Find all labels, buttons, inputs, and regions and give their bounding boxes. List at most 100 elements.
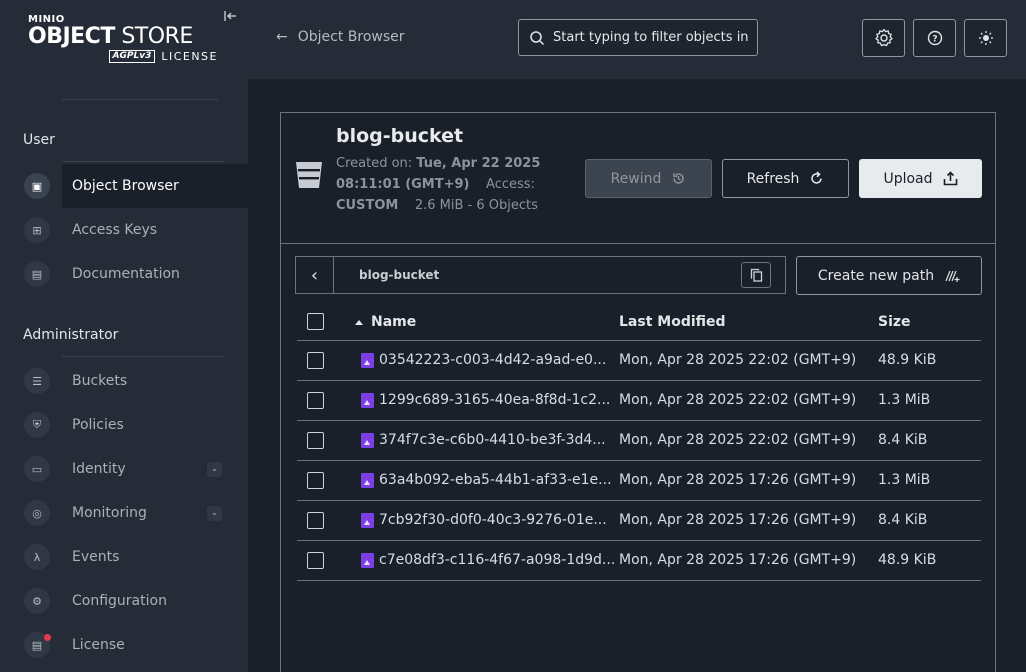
identity-icon: ▭ <box>24 456 50 482</box>
product-name-light: STORE <box>121 24 193 49</box>
sidebar-item-label: Buckets <box>72 373 128 389</box>
breadcrumb-path[interactable]: blog-bucket <box>359 268 741 282</box>
row-checkbox[interactable] <box>307 512 324 529</box>
object-name: 03542223-c003-4d42-a9ad-e0... <box>379 352 607 368</box>
image-file-icon <box>361 352 374 368</box>
column-header-name[interactable]: Name <box>355 314 417 330</box>
object-name: c7e08df3-c116-4f67-a098-1d9d... <box>379 552 616 568</box>
section-title-administrator: Administrator <box>23 327 119 343</box>
table-row[interactable]: 7cb92f30-d0f0-40c3-9276-01e... Mon, Apr … <box>297 501 981 541</box>
upload-button[interactable]: Upload <box>859 159 982 198</box>
create-new-path-button[interactable]: Create new path <box>796 256 982 295</box>
object-modified: Mon, Apr 28 2025 17:26 (GMT+9) <box>619 512 857 528</box>
column-header-last-modified[interactable]: Last Modified <box>619 314 726 330</box>
sidebar-item-label: Identity <box>72 461 126 477</box>
breadcrumb-back-button[interactable]: ‹ <box>296 257 334 293</box>
image-file-icon <box>361 512 374 528</box>
object-size: 48.9 KiB <box>878 552 937 568</box>
help-icon: ? <box>927 30 942 46</box>
refresh-button[interactable]: Refresh <box>722 159 849 198</box>
access-label: Access: <box>486 177 535 192</box>
svg-text:?: ? <box>932 35 937 45</box>
events-icon: λ <box>24 544 50 570</box>
settings-button[interactable] <box>862 19 905 57</box>
sort-ascending-icon <box>355 319 363 325</box>
copy-icon <box>750 268 762 282</box>
bucket-meta: Created on: Tue, Apr 22 2025 08:11:01 (G… <box>336 153 586 216</box>
agpl-badge: AGPLv3 <box>108 50 156 63</box>
sidebar-item-label: Configuration <box>72 593 167 609</box>
section-title-user: User <box>23 132 55 148</box>
sidebar-item-events[interactable]: λ Events <box>0 535 248 579</box>
select-all-checkbox[interactable] <box>307 313 324 330</box>
table-row[interactable]: c7e08df3-c116-4f67-a098-1d9d... Mon, Apr… <box>297 541 981 581</box>
row-checkbox[interactable] <box>307 352 324 369</box>
object-size: 1.3 MiB <box>878 472 931 488</box>
arrow-left-icon: ← <box>276 29 288 45</box>
policies-icon: ⛨ <box>24 412 50 438</box>
image-file-icon <box>361 472 374 488</box>
sidebar-item-object-browser[interactable]: ▣ Object Browser <box>24 164 248 208</box>
breadcrumb: ‹ blog-bucket <box>295 256 786 294</box>
object-size: 1.3 MiB <box>878 392 931 408</box>
collapse-sidebar-icon[interactable] <box>222 9 238 25</box>
documentation-icon: ▤ <box>24 261 50 287</box>
sidebar-item-monitoring[interactable]: ◎ Monitoring ⌄ <box>0 491 248 535</box>
image-file-icon <box>361 392 374 408</box>
new-path-label: Create new path <box>817 267 935 284</box>
search-box[interactable] <box>518 19 758 56</box>
table-row[interactable]: 374f7c3e-c6b0-4410-be3f-3d4... Mon, Apr … <box>297 421 981 461</box>
row-checkbox[interactable] <box>307 472 324 489</box>
object-name: 63a4b092-eba5-44b1-af33-e1e... <box>379 472 612 488</box>
history-icon <box>673 173 685 184</box>
table-row[interactable]: 63a4b092-eba5-44b1-af33-e1e... Mon, Apr … <box>297 461 981 501</box>
chevron-left-icon: ‹ <box>310 264 319 286</box>
sidebar-divider <box>62 99 218 100</box>
buckets-icon: ☰ <box>24 368 50 394</box>
help-button[interactable]: ? <box>913 19 956 57</box>
table-row[interactable]: 1299c689-3165-40ea-8f8d-1c2... Mon, Apr … <box>297 381 981 421</box>
object-modified: Mon, Apr 28 2025 22:02 (GMT+9) <box>619 352 857 368</box>
license-icon: ▤ <box>24 632 51 658</box>
sidebar-item-policies[interactable]: ⛨ Policies <box>0 403 248 447</box>
section-divider <box>62 356 224 357</box>
upload-label: Upload <box>883 170 933 187</box>
sidebar-item-access-keys[interactable]: ⊞ Access Keys <box>0 208 248 252</box>
column-header-size[interactable]: Size <box>878 314 911 330</box>
table-row[interactable]: 03542223-c003-4d42-a9ad-e0... Mon, Apr 2… <box>297 341 981 381</box>
object-modified: Mon, Apr 28 2025 17:26 (GMT+9) <box>619 472 857 488</box>
minio-logo: MINIO OBJECT STORE AGPLv3 LICENSE <box>28 14 220 63</box>
sidebar-item-label: Events <box>72 549 120 565</box>
theme-toggle-button[interactable] <box>964 19 1007 57</box>
sidebar-item-buckets[interactable]: ☰ Buckets <box>0 359 248 403</box>
row-checkbox[interactable] <box>307 392 324 409</box>
sidebar: MINIO OBJECT STORE AGPLv3 LICENSE User ▣… <box>0 0 248 672</box>
row-checkbox[interactable] <box>307 552 324 569</box>
copy-path-button[interactable] <box>741 262 771 288</box>
sidebar-item-identity[interactable]: ▭ Identity ⌄ <box>0 447 248 491</box>
search-input[interactable] <box>553 30 748 45</box>
access-value: CUSTOM <box>336 198 399 213</box>
back-to-object-browser[interactable]: ← Object Browser <box>276 29 405 45</box>
column-header-label: Name <box>371 314 417 330</box>
table-header: Name Last Modified Size <box>297 303 981 341</box>
rewind-label: Rewind <box>610 170 662 187</box>
sidebar-item-label: Policies <box>72 417 124 433</box>
chevron-down-icon[interactable]: ⌄ <box>207 505 222 521</box>
object-modified: Mon, Apr 28 2025 17:26 (GMT+9) <box>619 552 857 568</box>
sidebar-item-license[interactable]: ▤ License <box>0 623 248 667</box>
new-folder-icon <box>945 270 960 282</box>
object-size: 8.4 KiB <box>878 432 928 448</box>
back-label: Object Browser <box>297 29 405 45</box>
object-modified: Mon, Apr 28 2025 22:02 (GMT+9) <box>619 432 857 448</box>
search-icon <box>530 30 545 45</box>
sidebar-item-configuration[interactable]: ⚙ Configuration <box>0 579 248 623</box>
row-checkbox[interactable] <box>307 432 324 449</box>
object-name: 7cb92f30-d0f0-40c3-9276-01e... <box>379 512 607 528</box>
gear-icon <box>874 28 893 47</box>
sidebar-item-label: Access Keys <box>72 222 158 238</box>
sidebar-item-documentation[interactable]: ▤ Documentation <box>0 252 248 296</box>
monitoring-icon: ◎ <box>24 500 50 526</box>
chevron-down-icon[interactable]: ⌄ <box>207 461 222 477</box>
rewind-button[interactable]: Rewind <box>585 159 712 198</box>
